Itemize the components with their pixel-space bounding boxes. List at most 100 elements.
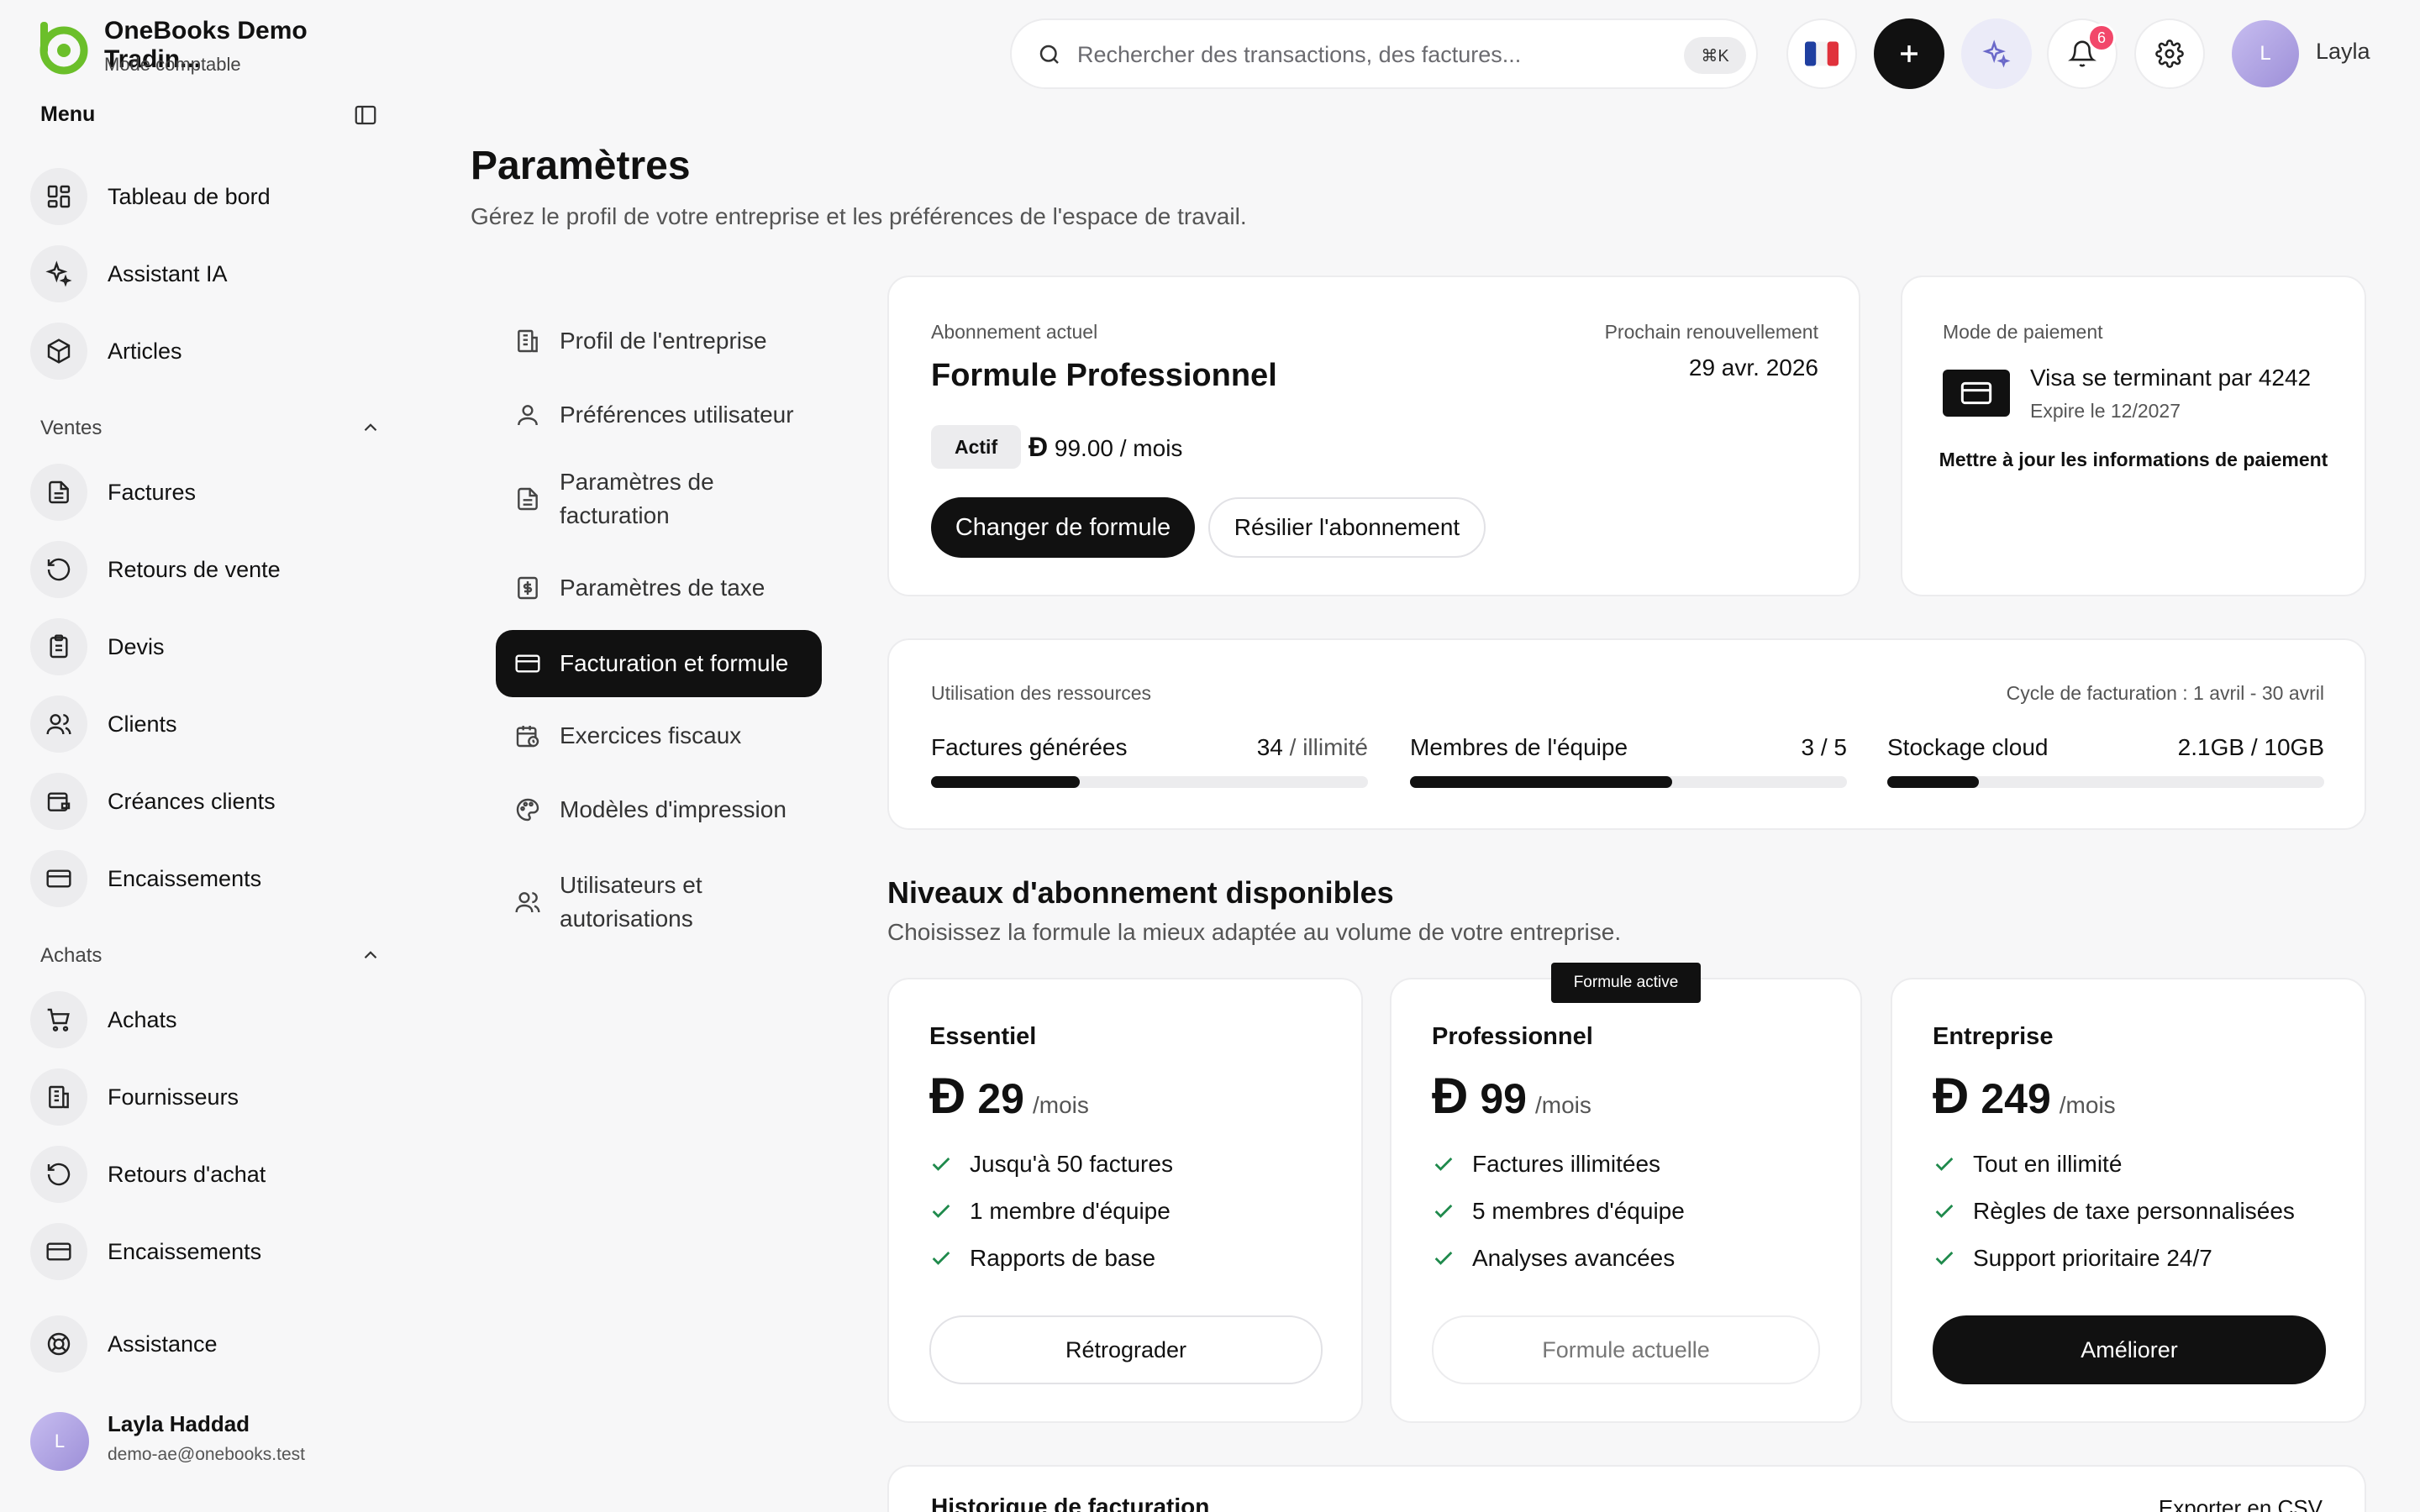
settings-nav-print-templates[interactable]: Modèles d'impression bbox=[496, 785, 822, 835]
sidebar-item-invoices[interactable]: Factures bbox=[30, 462, 383, 522]
tier-name: Essentiel bbox=[929, 1023, 1037, 1050]
usage-progress-fill bbox=[1410, 776, 1672, 788]
usage-progress-bar bbox=[1887, 776, 2324, 788]
tier-card-essentiel: Essentiel Đ 29 /mois Jusqu'à 50 factures… bbox=[887, 978, 1363, 1423]
notifications-button[interactable]: 6 bbox=[2047, 18, 2118, 89]
sidebar-item-receivables[interactable]: Créances clients bbox=[30, 771, 383, 832]
tier-card-professionnel: Professionnel Đ 99 /mois Factures illimi… bbox=[1390, 978, 1862, 1423]
user-icon bbox=[518, 405, 538, 426]
onebooks-logo[interactable] bbox=[32, 18, 89, 76]
sidebar-item-purchase-receipts[interactable]: Encaissements bbox=[30, 1221, 383, 1282]
user-avatar[interactable]: L bbox=[2232, 20, 2299, 87]
current-plan-button[interactable]: Formule actuelle bbox=[1432, 1315, 1820, 1384]
check-icon bbox=[932, 1205, 950, 1218]
tier-period: /mois bbox=[1534, 1092, 1591, 1118]
settings-button[interactable] bbox=[2134, 18, 2205, 89]
chevron-up-icon[interactable] bbox=[360, 417, 381, 438]
update-payment-link[interactable]: Mettre à jour les informations de paieme… bbox=[1936, 445, 2331, 474]
sidebar-item-label: Assistance bbox=[108, 1331, 218, 1357]
sidebar-item-label: Clients bbox=[108, 711, 177, 737]
file-text-icon bbox=[518, 487, 538, 511]
tier-feature: Jusqu'à 50 factures bbox=[929, 1151, 1173, 1178]
sidebar-item-sales-returns[interactable]: Retours de vente bbox=[30, 539, 383, 600]
settings-nav-label: Profil de l'entreprise bbox=[560, 328, 767, 354]
sidebar: OneBooks Demo Tradin... Mode comptable M… bbox=[0, 0, 403, 1512]
cancel-subscription-button[interactable]: Résilier l'abonnement bbox=[1208, 497, 1486, 558]
sidebar-item-articles[interactable]: Articles bbox=[30, 321, 383, 381]
france-flag-icon bbox=[1805, 41, 1839, 66]
downgrade-button[interactable]: Rétrograder bbox=[929, 1315, 1323, 1384]
sidebar-item-purchases[interactable]: Achats bbox=[30, 990, 383, 1050]
sidebar-item-ai-assistant[interactable]: Assistant IA bbox=[30, 244, 383, 304]
settings-nav-fiscal-years[interactable]: Exercices fiscaux bbox=[496, 711, 822, 761]
settings-nav-label: Préférences utilisateur bbox=[560, 402, 794, 428]
sidebar-item-purchase-returns[interactable]: Retours d'achat bbox=[30, 1144, 383, 1205]
sidebar-item-label: Achats bbox=[108, 1006, 177, 1032]
sidebar-item-label: Assistant IA bbox=[108, 260, 228, 286]
payment-label: Mode de paiement bbox=[1943, 321, 2103, 343]
usage-progress-bar bbox=[1410, 776, 1847, 788]
settings-nav-invoice-settings[interactable]: Paramètres de facturation bbox=[496, 462, 822, 536]
settings-nav-user-preferences[interactable]: Préférences utilisateur bbox=[496, 390, 822, 440]
wallet-icon bbox=[30, 773, 87, 830]
settings-nav-tax-settings[interactable]: Paramètres de taxe bbox=[496, 563, 822, 613]
tier-period: /mois bbox=[1032, 1092, 1089, 1118]
dashboard-icon bbox=[30, 168, 87, 225]
tier-feature: 5 membres d'équipe bbox=[1432, 1198, 1685, 1225]
user-email: demo-ae@onebooks.test bbox=[108, 1445, 305, 1464]
language-button[interactable] bbox=[1786, 18, 1857, 89]
tier-period: /mois bbox=[2059, 1092, 2116, 1118]
sidebar-item-suppliers[interactable]: Fournisseurs bbox=[30, 1067, 383, 1127]
sidebar-item-label: Créances clients bbox=[108, 788, 276, 814]
billing-history-card: Historique de facturation Exporter en CS… bbox=[887, 1465, 2366, 1512]
resource-usage-card: Utilisation des ressources Cycle de fact… bbox=[887, 638, 2366, 830]
chevron-up-icon[interactable] bbox=[360, 944, 381, 966]
building-icon bbox=[30, 1068, 87, 1126]
plus-icon bbox=[1901, 45, 1918, 62]
currency-symbol: Đ bbox=[1933, 1068, 1970, 1124]
check-icon bbox=[932, 1158, 950, 1171]
price-value: 99.00 / mois bbox=[1054, 435, 1183, 461]
settings-nav-label: Facturation et formule bbox=[560, 650, 789, 676]
search-input[interactable] bbox=[1077, 37, 1649, 72]
tier-feature: Support prioritaire 24/7 bbox=[1933, 1245, 2212, 1272]
ai-assistant-button[interactable] bbox=[1961, 18, 2032, 89]
tiers-subtitle: Choisissez la formule la mieux adaptée a… bbox=[887, 919, 1622, 945]
renewal-date: 29 avr. 2026 bbox=[1688, 354, 1818, 381]
settings-nav-company-profile[interactable]: Profil de l'entreprise bbox=[496, 316, 822, 366]
sidebar-item-support[interactable]: Assistance bbox=[30, 1314, 383, 1374]
purchases-section-label[interactable]: Achats bbox=[40, 944, 102, 968]
credit-card-icon bbox=[30, 1223, 87, 1280]
billing-history-title: Historique de facturation bbox=[931, 1494, 1210, 1512]
check-icon bbox=[1434, 1252, 1453, 1265]
currency-symbol: Đ bbox=[1028, 432, 1049, 462]
sidebar-item-label: Encaissements bbox=[108, 1238, 262, 1264]
card-description: Visa se terminant par 4242 bbox=[2030, 365, 2312, 391]
usage-name: Membres de l'équipe bbox=[1410, 734, 1628, 760]
settings-nav-users-permissions[interactable]: Utilisateurs et autorisations bbox=[496, 865, 822, 939]
sidebar-item-label: Encaissements bbox=[108, 865, 262, 891]
create-button[interactable] bbox=[1874, 18, 1944, 89]
export-csv-link[interactable]: Exporter en CSV bbox=[2159, 1495, 2323, 1512]
sidebar-item-label: Devis bbox=[108, 633, 165, 659]
settings-nav-billing-plan[interactable]: Facturation et formule bbox=[496, 630, 822, 697]
credit-card-icon bbox=[515, 654, 540, 673]
users-icon bbox=[515, 892, 540, 913]
upgrade-button[interactable]: Améliorer bbox=[1933, 1315, 2326, 1384]
sidebar-user-card[interactable]: L Layla Haddad demo-ae@onebooks.test bbox=[30, 1408, 383, 1475]
sidebar-item-clients[interactable]: Clients bbox=[30, 694, 383, 754]
rotate-ccw-icon bbox=[30, 1146, 87, 1203]
top-user-name[interactable]: Layla bbox=[2316, 39, 2370, 65]
sidebar-item-sales-receipts[interactable]: Encaissements bbox=[30, 848, 383, 909]
sidebar-item-dashboard[interactable]: Tableau de bord bbox=[30, 166, 383, 227]
search-box[interactable]: ⌘K bbox=[1010, 18, 1758, 89]
currency-symbol: Đ bbox=[1432, 1068, 1469, 1124]
check-icon bbox=[1935, 1252, 1954, 1265]
sidebar-item-quotes[interactable]: Devis bbox=[30, 617, 383, 677]
sales-section-label[interactable]: Ventes bbox=[40, 417, 102, 440]
tier-feature: Tout en illimité bbox=[1933, 1151, 2122, 1178]
sidebar-toggle-icon[interactable] bbox=[353, 102, 378, 128]
settings-nav-label: Modèles d'impression bbox=[560, 796, 786, 822]
change-plan-button[interactable]: Changer de formule bbox=[931, 497, 1195, 558]
sparkles-icon bbox=[1982, 39, 2011, 68]
